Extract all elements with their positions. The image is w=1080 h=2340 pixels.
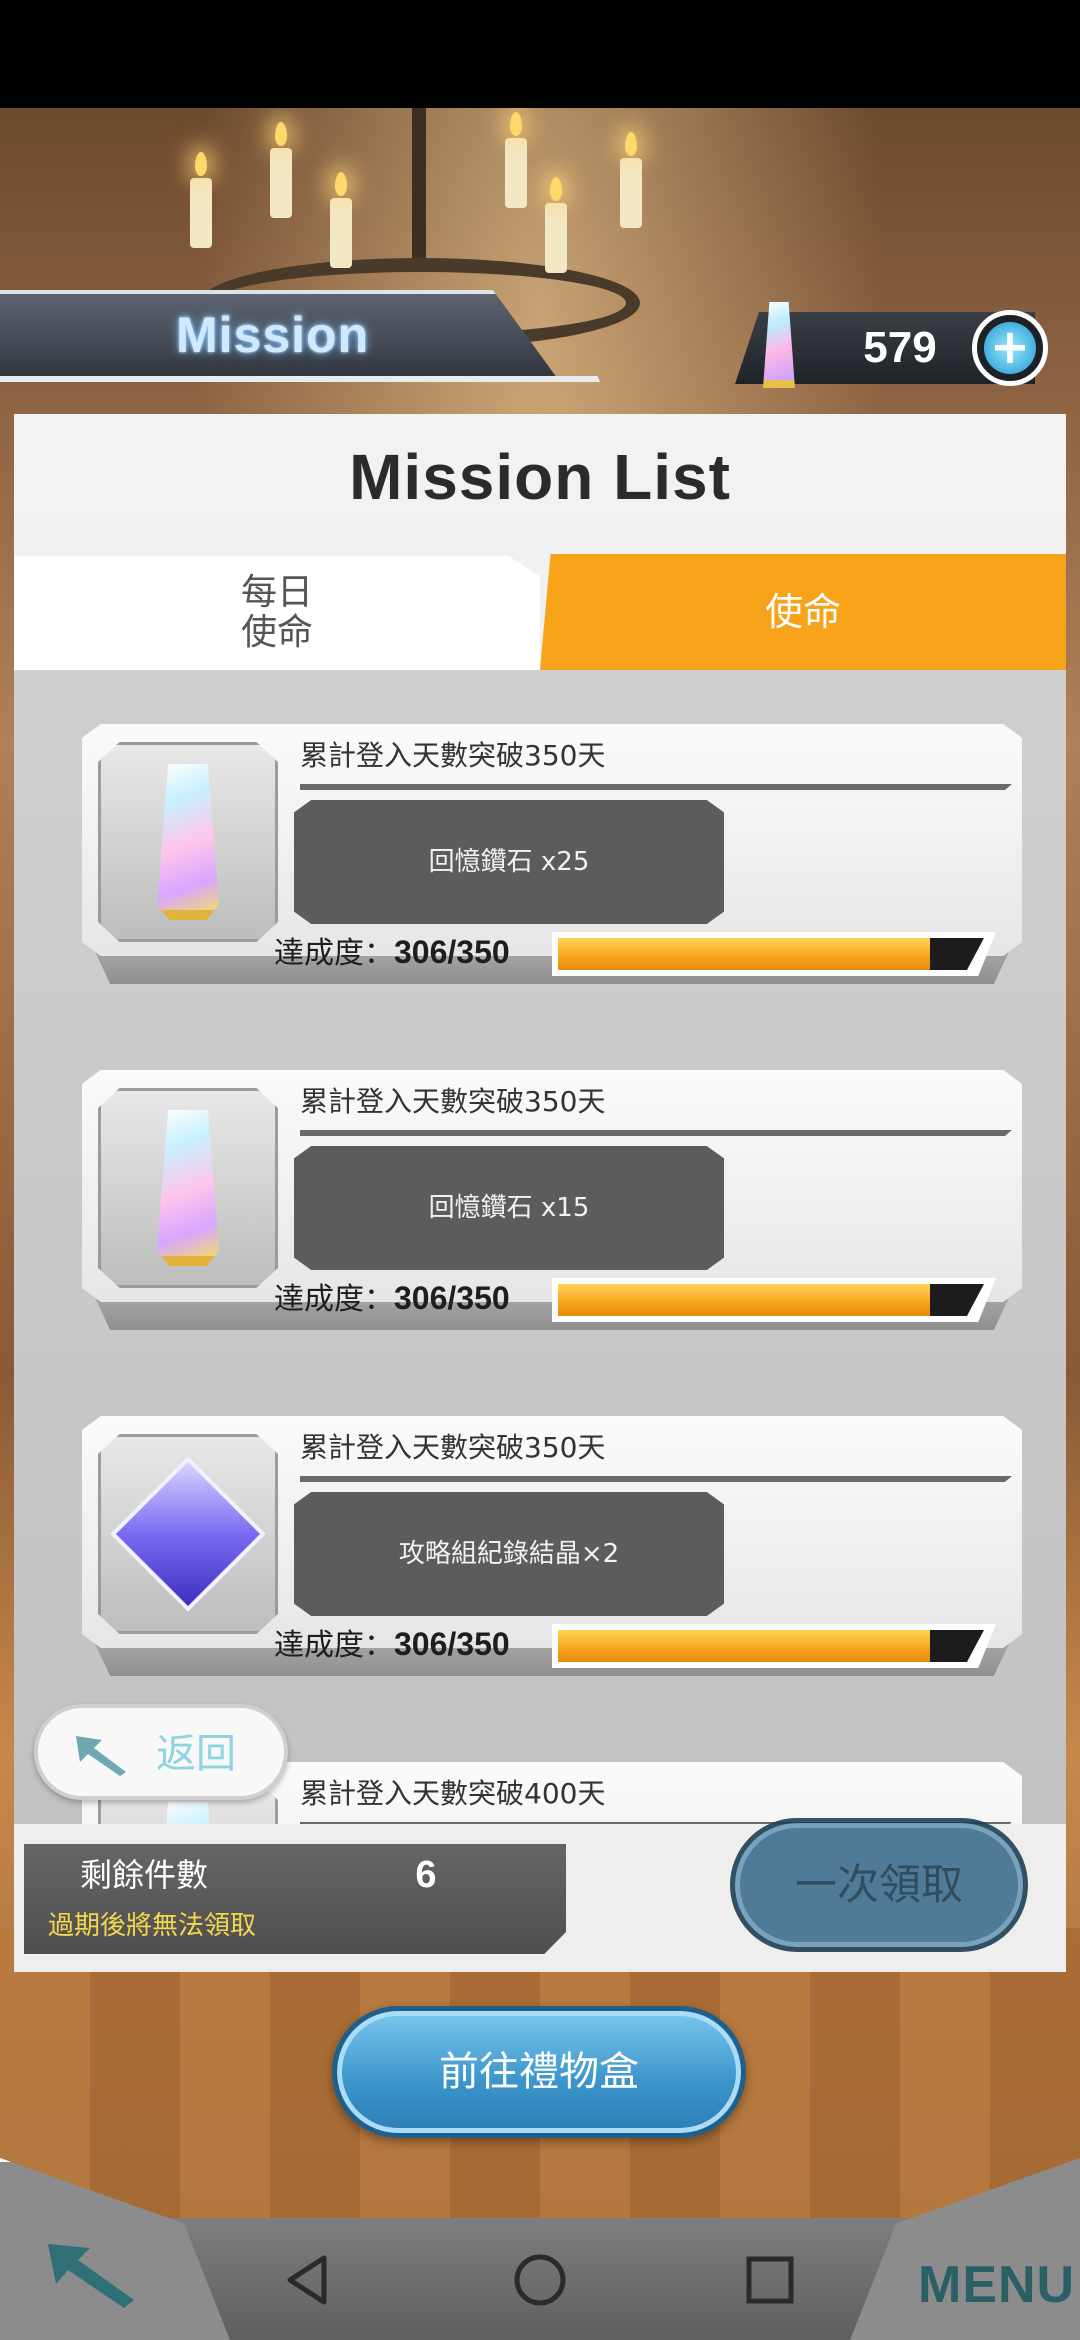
progress-fill [558,1630,931,1662]
claim-all-button[interactable]: 一次領取 [730,1818,1028,1952]
candle [270,122,292,218]
progress-fill [558,1284,931,1316]
nav-recent-icon[interactable] [740,2250,800,2310]
back-label: 返回 [156,1731,236,1777]
game-back-icon[interactable] [44,2238,140,2312]
reward-icon-frame [98,1088,278,1288]
back-button[interactable]: 返回 [34,1704,288,1800]
card-divider [300,1476,1012,1482]
tab-mission[interactable]: 使命 [540,554,1066,670]
reward-icon-frame [98,742,278,942]
candle [330,172,352,268]
gem-count: 579 [863,323,937,372]
memory-diamond-icon [157,1110,219,1266]
progress-label: 達成度：306/350 [274,929,524,975]
memory-diamond-icon [157,764,219,920]
remaining-count: 6 [415,1854,437,1896]
tab-daily-mission[interactable]: 每日 使命 [14,556,540,670]
panel-title: Mission List [349,441,731,513]
reward-label: 回憶鑽石 x15 [294,1146,724,1270]
mission-card[interactable]: 累計登入天數突破350天 攻略組紀錄結晶×2 達成度：306/350 [68,1406,1028,1686]
reward-icon-frame [98,1434,278,1634]
progress-bar [558,938,984,970]
progress-fill [558,938,931,970]
card-divider [300,784,1012,790]
candle [620,132,642,228]
progress-text: 306/350 [394,1280,510,1316]
mission-card[interactable]: 累計登入天數突破350天 回憶鑽石 x25 達成度：306/350 [68,714,1028,994]
progress-bar [558,1630,984,1662]
progress-label: 達成度：306/350 [274,1275,524,1321]
go-to-giftbox-button[interactable]: 前往禮物盒 [332,2006,746,2138]
progress-caption: 達成度： [274,1282,394,1317]
expire-note: 過期後將無法領取 [48,1911,257,1941]
add-gems-button[interactable]: + [972,310,1048,386]
memory-diamond-icon [157,1802,219,1824]
tab-daily-mission-label: 每日 使命 [240,572,313,653]
page-title: Mission [176,307,370,363]
candle [190,152,212,248]
mission-name: 累計登入天數突破350天 [300,1431,606,1464]
progress-bar [558,1284,984,1316]
mission-card[interactable]: 累計登入天數突破350天 回憶鑽石 x15 達成度：306/350 [68,1060,1028,1340]
back-arrow-icon [76,1736,126,1776]
card-divider [300,1130,1012,1136]
nav-back-icon[interactable] [280,2250,340,2310]
plus-icon: + [984,322,1036,374]
menu-button[interactable]: MENU [918,2250,1074,2320]
reward-label: 攻略組紀錄結晶×2 [294,1492,724,1616]
record-crystal-icon [110,1456,266,1612]
candle [545,177,567,273]
reward-label: 回憶鑽石 x25 [294,800,724,924]
remaining-label: 剩餘件數 [80,1856,209,1894]
mission-list[interactable]: 累計登入天數突破350天 回憶鑽石 x25 達成度：306/350 累計登入天數… [14,670,1066,1824]
candle [505,112,527,208]
mission-name: 累計登入天數突破400天 [300,1777,606,1810]
progress-text: 306/350 [394,1626,510,1662]
mission-name: 累計登入天數突破350天 [300,1085,606,1118]
progress-caption: 達成度： [274,1628,394,1663]
chandelier-chain [412,108,426,268]
progress-text: 306/350 [394,934,510,970]
progress-caption: 達成度： [274,936,394,971]
status-bar [0,0,1080,108]
mission-name: 累計登入天數突破350天 [300,739,606,772]
progress-label: 達成度：306/350 [274,1621,524,1667]
nav-home-icon[interactable] [510,2250,570,2310]
